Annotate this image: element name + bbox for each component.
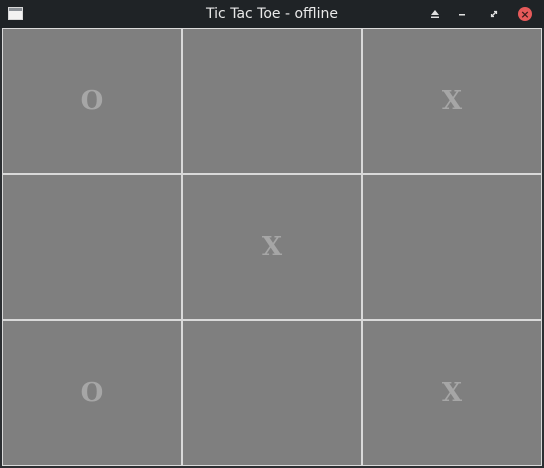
board-cell-r2c1[interactable] (2, 174, 182, 320)
board-cell-r3c2[interactable] (182, 320, 362, 466)
board-cell-r3c3[interactable]: X (362, 320, 542, 466)
board-cell-r1c1[interactable]: O (2, 28, 182, 174)
tic-tac-toe-board: O X X O X (2, 28, 542, 466)
board-cell-r2c2[interactable]: X (182, 174, 362, 320)
close-button[interactable]: × (518, 7, 532, 21)
cell-mark: X (441, 86, 463, 116)
minimize-icon[interactable] (453, 5, 471, 23)
board-cell-r2c3[interactable] (362, 174, 542, 320)
board-cell-r3c1[interactable]: O (2, 320, 182, 466)
close-icon[interactable]: × (516, 5, 534, 23)
board-cell-r1c2[interactable] (182, 28, 362, 174)
restore-icon[interactable] (485, 5, 503, 23)
game-window: Tic Tac Toe - offline × O X X O X (0, 0, 544, 468)
board-cell-r1c3[interactable]: X (362, 28, 542, 174)
title-bar[interactable]: Tic Tac Toe - offline × (0, 0, 544, 28)
eject-icon[interactable] (426, 5, 444, 23)
cell-mark: X (261, 232, 283, 262)
cell-mark: X (441, 378, 463, 408)
cell-mark: O (80, 378, 104, 408)
cell-mark: O (80, 86, 104, 116)
